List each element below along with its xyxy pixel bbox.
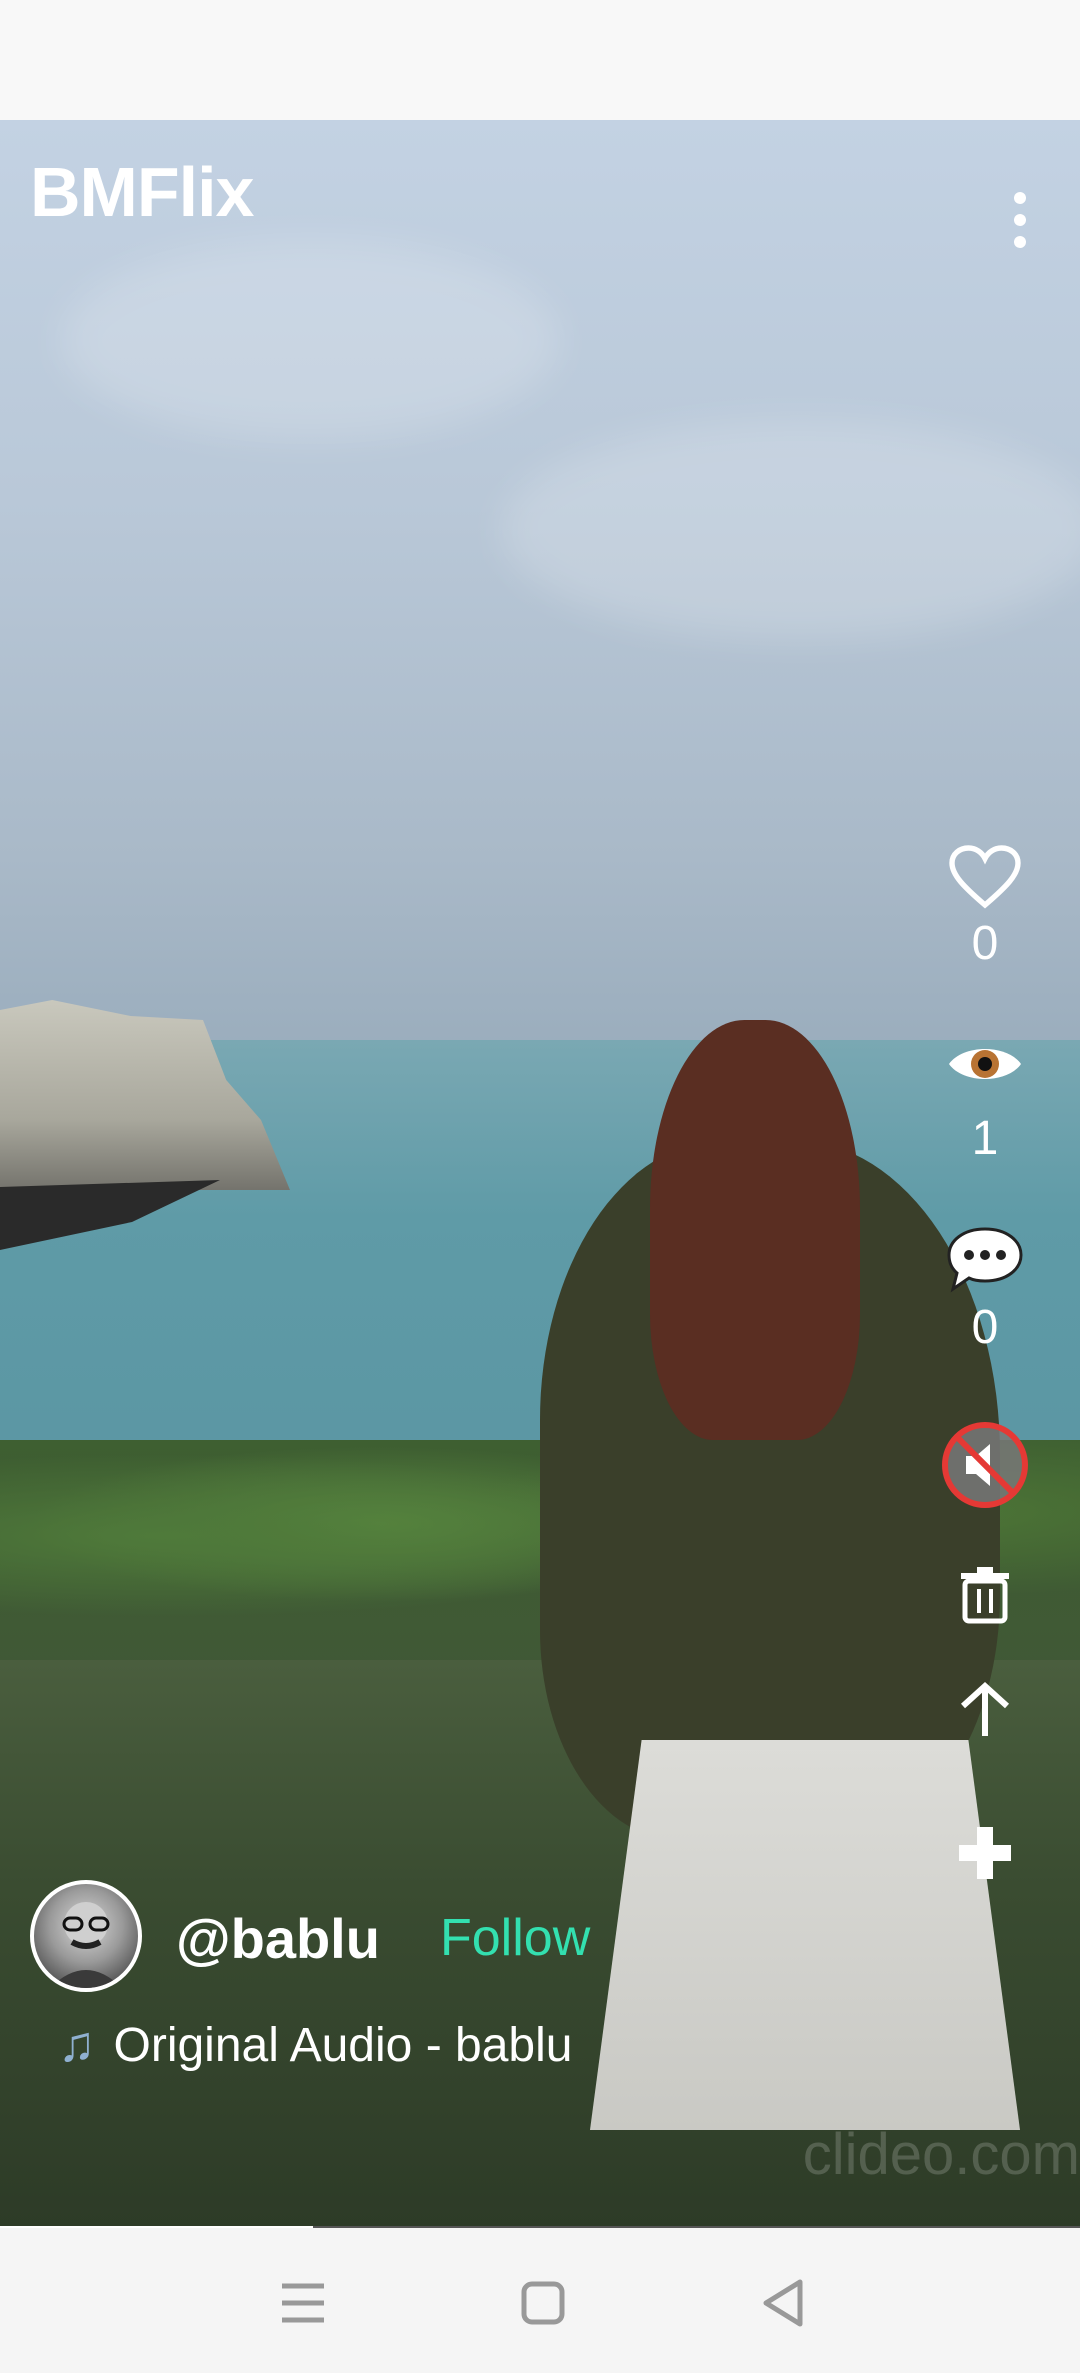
more-vertical-icon[interactable]	[1000, 180, 1040, 260]
like-button[interactable]: 0	[930, 845, 1040, 971]
trash-icon	[961, 1567, 1009, 1624]
add-button[interactable]	[930, 1825, 1040, 1886]
like-count: 0	[971, 917, 999, 970]
muted-speaker-icon	[942, 1422, 1028, 1508]
avatar[interactable]	[30, 1880, 142, 1992]
status-bar	[0, 0, 1080, 120]
speech-bubble-icon	[947, 1227, 1023, 1293]
music-note-icon: ♫	[58, 2016, 96, 2072]
eye-icon	[949, 1049, 1021, 1079]
system-nav-bar	[0, 2228, 1080, 2373]
mute-button[interactable]	[930, 1420, 1040, 1515]
delete-button[interactable]	[930, 1565, 1040, 1630]
home-button[interactable]	[498, 2258, 588, 2348]
face-icon	[50, 1902, 122, 1988]
views-count: 1	[971, 1112, 999, 1165]
share-button[interactable]	[930, 1680, 1040, 1743]
audio-label: Original Audio - bablu	[113, 2019, 573, 2072]
woman-hair	[650, 1020, 860, 1440]
recent-apps-button[interactable]	[258, 2258, 348, 2348]
audio-track[interactable]: ♫ Original Audio - bablu	[58, 2015, 572, 2073]
app-title: BMFlix	[30, 153, 254, 231]
watermark: clideo.com	[802, 2122, 1080, 2187]
views-indicator: 1	[930, 1040, 1040, 1166]
post-author: @bablu Follow	[30, 1880, 830, 2000]
back-triangle-icon	[763, 2279, 803, 2327]
cloud	[500, 420, 1080, 640]
plus-icon	[959, 1827, 1011, 1879]
heart-icon	[949, 845, 1021, 909]
comment-button[interactable]: 0	[930, 1225, 1040, 1355]
square-icon	[521, 2281, 565, 2325]
menu-lines-icon	[282, 2283, 324, 2323]
cloud	[60, 240, 560, 440]
comment-count: 0	[971, 1301, 999, 1354]
back-button[interactable]	[738, 2258, 828, 2348]
arrow-up-icon	[960, 1681, 1010, 1736]
follow-button[interactable]: Follow	[440, 1908, 590, 1968]
username[interactable]: @bablu	[176, 1906, 380, 1971]
